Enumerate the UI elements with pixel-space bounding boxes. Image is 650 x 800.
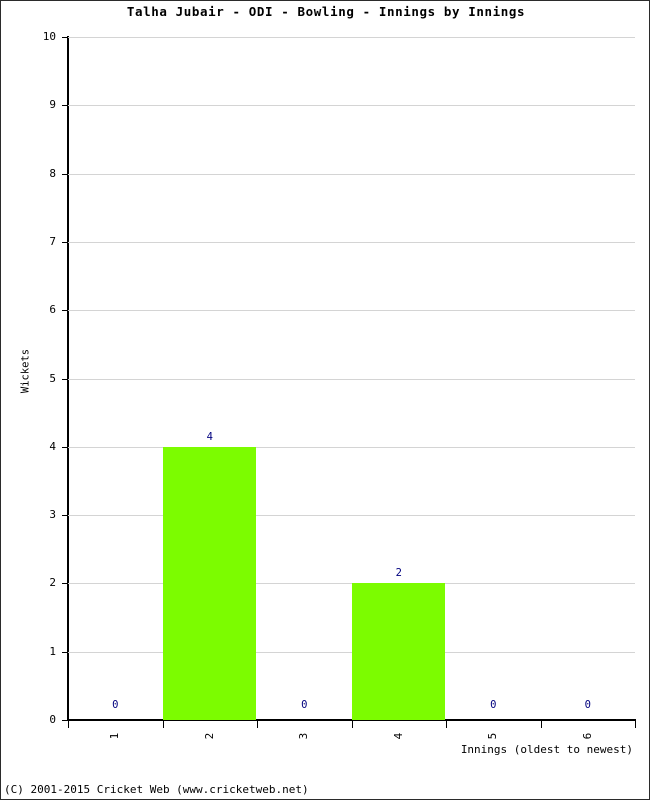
gridline xyxy=(68,378,635,380)
bar-value-label: 0 xyxy=(301,699,308,711)
y-tick-label: 0 xyxy=(49,713,56,726)
x-tick-mark xyxy=(635,721,636,728)
x-tick-mark xyxy=(446,721,447,728)
x-tick-label: 5 xyxy=(486,732,500,740)
x-tick-mark xyxy=(68,721,69,728)
y-tick-mark xyxy=(62,310,68,312)
y-tick-mark xyxy=(62,173,68,175)
gridline xyxy=(68,105,635,107)
bar-value-label: 0 xyxy=(584,699,591,711)
bar[interactable] xyxy=(163,447,256,720)
y-tick-label: 4 xyxy=(49,439,56,453)
y-tick-mark xyxy=(62,515,68,517)
x-tick-mark xyxy=(352,721,353,728)
x-tick-mark xyxy=(541,721,542,728)
x-tick-mark xyxy=(163,721,164,728)
y-axis-title: Wickets xyxy=(19,348,32,394)
y-tick-label: 1 xyxy=(49,644,56,658)
x-tick-label: 4 xyxy=(391,732,405,740)
bar-value-label: 0 xyxy=(112,699,119,711)
chart-title: Talha Jubair - ODI - Bowling - Innings b… xyxy=(126,4,526,19)
y-tick-label: 7 xyxy=(49,234,56,248)
y-tick-mark xyxy=(62,651,68,653)
bar-value-label: 2 xyxy=(395,567,402,580)
bar-value-label: 4 xyxy=(206,430,213,443)
bar-value-label: 0 xyxy=(490,699,497,711)
y-tick-label: 8 xyxy=(49,166,56,180)
y-tick-mark xyxy=(62,378,68,380)
y-tick-label: 3 xyxy=(49,508,56,522)
gridline xyxy=(68,241,635,243)
x-tick-label: 3 xyxy=(297,732,311,740)
gridline xyxy=(68,515,635,517)
y-tick-label: 5 xyxy=(49,371,56,385)
x-axis-title: Innings (oldest to newest) xyxy=(460,743,633,756)
y-tick-label: 9 xyxy=(49,98,56,112)
y-tick-mark xyxy=(62,446,68,448)
x-tick-label: 2 xyxy=(202,732,216,740)
y-tick-mark xyxy=(62,583,68,585)
x-tick-mark xyxy=(257,721,258,728)
gridline xyxy=(68,310,635,312)
chart-figure: Talha Jubair - ODI - Bowling - Innings b… xyxy=(0,0,650,800)
x-tick-label: 6 xyxy=(580,732,594,740)
y-tick-label: 10 xyxy=(42,30,56,43)
bar[interactable] xyxy=(352,583,445,720)
y-tick-mark xyxy=(62,37,68,38)
y-tick-mark xyxy=(62,241,68,243)
y-tick-label: 6 xyxy=(49,303,56,317)
y-tick-label: 2 xyxy=(49,576,56,590)
y-tick-mark xyxy=(62,105,68,107)
gridline xyxy=(68,37,635,38)
gridline xyxy=(68,446,635,448)
gridline xyxy=(68,173,635,175)
x-tick-label: 1 xyxy=(108,732,122,740)
footer-copyright: (C) 2001-2015 Cricket Web (www.cricketwe… xyxy=(4,783,309,796)
